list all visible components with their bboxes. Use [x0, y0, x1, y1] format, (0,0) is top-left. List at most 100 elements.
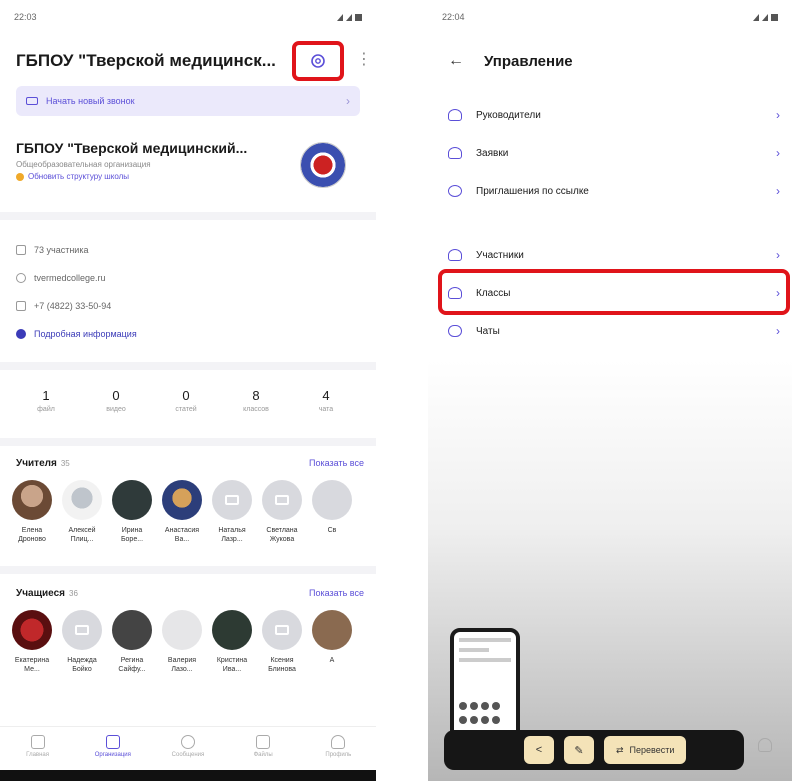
avatar [12, 480, 52, 520]
back-arrow-icon[interactable]: ← [448, 52, 464, 70]
teacher-name: Анастасия Ва... [164, 527, 200, 543]
teacher-item[interactable]: Наталья Лазр... [210, 480, 254, 544]
header: ← Управление [448, 50, 782, 72]
website-row[interactable]: tvermedcollege.ru [16, 264, 346, 292]
student-item[interactable]: Екатерина Ме... [10, 610, 54, 674]
divider [0, 438, 376, 446]
menu-label: Приглашения по ссылке [476, 185, 589, 197]
student-item[interactable]: А [310, 610, 354, 674]
thumb-line [459, 658, 511, 662]
update-structure-label: Обновить структуру школы [28, 172, 130, 181]
screenshot-toolbar: < ✎ ⇄ Перевести [444, 730, 744, 770]
teacher-name: Св [327, 527, 337, 534]
menu-item-invite-links[interactable]: Приглашения по ссылке › [448, 172, 788, 210]
org-logo [300, 142, 346, 188]
translate-button[interactable]: ⇄ Перевести [604, 736, 687, 764]
header: ГБПОУ "Тверской медицинск... ⋮ [16, 41, 372, 81]
settings-button[interactable] [292, 41, 344, 81]
system-icons [337, 13, 362, 21]
stat-files[interactable]: 1 файл [16, 388, 76, 413]
students-list: Екатерина Ме... Надежда Бойко Регина Сай… [10, 610, 376, 674]
teacher-name: Светлана Жукова [266, 527, 298, 543]
menu-item-managers[interactable]: Руководители › [448, 96, 788, 134]
nav-organization[interactable]: Организация [83, 727, 143, 770]
stat-classes[interactable]: 8 классов [226, 388, 286, 413]
teachers-list: Елена Дроново Алексей Плиц... Ирина Боре… [10, 480, 376, 544]
new-call-button[interactable]: Начать новый звонок › [16, 86, 360, 116]
chevron-right-icon: › [776, 324, 780, 338]
avatar [212, 480, 252, 520]
stat-articles[interactable]: 0 статей [156, 388, 216, 413]
stat-number: 0 [112, 388, 120, 403]
camera-icon [275, 495, 289, 505]
teacher-item[interactable]: Анастасия Ва... [160, 480, 204, 544]
chat-icon [180, 735, 195, 749]
students-show-all-link[interactable]: Показать все [309, 588, 364, 599]
student-item[interactable]: Валерия Лазо... [160, 610, 204, 674]
divider [0, 212, 376, 220]
teacher-item[interactable]: Ирина Боре... [110, 480, 154, 544]
teacher-item[interactable]: Светлана Жукова [260, 480, 304, 544]
teacher-name: Елена Дроново [18, 527, 46, 543]
nav-home[interactable]: Главная [8, 727, 68, 770]
teachers-show-all-link[interactable]: Показать все [309, 458, 364, 469]
teacher-item[interactable]: Алексей Плиц... [60, 480, 104, 544]
people-icon [758, 738, 772, 752]
student-item[interactable]: Надежда Бойко [60, 610, 104, 674]
avatar [162, 610, 202, 650]
nav-label: Файлы [253, 752, 273, 758]
management-menu-primary: Руководители › Заявки › Приглашения по с… [448, 96, 788, 210]
student-name: Кристина Ива... [216, 657, 248, 673]
stat-number: 1 [42, 388, 50, 403]
person-icon [448, 109, 462, 121]
menu-item-requests[interactable]: Заявки › [448, 134, 788, 172]
warning-icon [16, 172, 24, 181]
edit-button[interactable]: ✎ [564, 736, 594, 764]
nav-files[interactable]: Файлы [233, 727, 293, 770]
stat-chats[interactable]: 4 чата [296, 388, 356, 413]
teacher-item[interactable]: Св [310, 480, 354, 544]
pencil-icon: ✎ [574, 744, 584, 757]
nav-messages[interactable]: Сообщения [158, 727, 218, 770]
nav-profile[interactable]: Профиль [308, 727, 368, 770]
students-count: 36 [69, 589, 78, 598]
bars-icon [16, 245, 26, 255]
share-button[interactable]: < [524, 736, 554, 764]
avatar [262, 610, 302, 650]
camera-icon [75, 625, 89, 635]
student-item[interactable]: Регина Сайфу... [110, 610, 154, 674]
people-icon [448, 249, 462, 261]
members-row[interactable]: 73 участника [16, 236, 346, 264]
teacher-name: Алексей Плиц... [68, 527, 96, 543]
status-bar: 22:04 [442, 10, 778, 24]
menu-item-chats[interactable]: Чаты › [448, 312, 788, 350]
more-info-row[interactable]: Подробная информация [16, 320, 346, 348]
stat-label: видео [106, 406, 126, 413]
stat-label: классов [243, 406, 269, 413]
teacher-item[interactable]: Елена Дроново [10, 480, 54, 544]
more-vertical-icon[interactable]: ⋮ [356, 52, 372, 68]
gear-icon [311, 54, 325, 68]
info-icon [16, 329, 26, 339]
stat-video[interactable]: 0 видео [86, 388, 146, 413]
student-name: Валерия Лазо... [167, 657, 197, 673]
teachers-count: 35 [60, 459, 70, 468]
website-link: tvermedcollege.ru [34, 273, 106, 283]
avatar [12, 610, 52, 650]
avatar [62, 480, 102, 520]
avatar [112, 610, 152, 650]
phone-row[interactable]: +7 (4822) 33-50-94 [16, 292, 346, 320]
student-item[interactable]: Ксения Блинова [260, 610, 304, 674]
thumb-avatars [459, 716, 511, 724]
avatar [312, 610, 352, 650]
nav-label: Сообщения [171, 752, 205, 758]
link-arrow-icon [448, 185, 462, 197]
building-icon [105, 735, 120, 749]
phone-icon [16, 301, 26, 311]
new-call-label: Начать новый звонок [46, 96, 135, 106]
system-icons [753, 13, 778, 21]
student-name: Надежда Бойко [67, 657, 97, 673]
student-item[interactable]: Кристина Ива... [210, 610, 254, 674]
teachers-title: Учителя [16, 458, 57, 469]
stat-label: статей [175, 406, 197, 413]
